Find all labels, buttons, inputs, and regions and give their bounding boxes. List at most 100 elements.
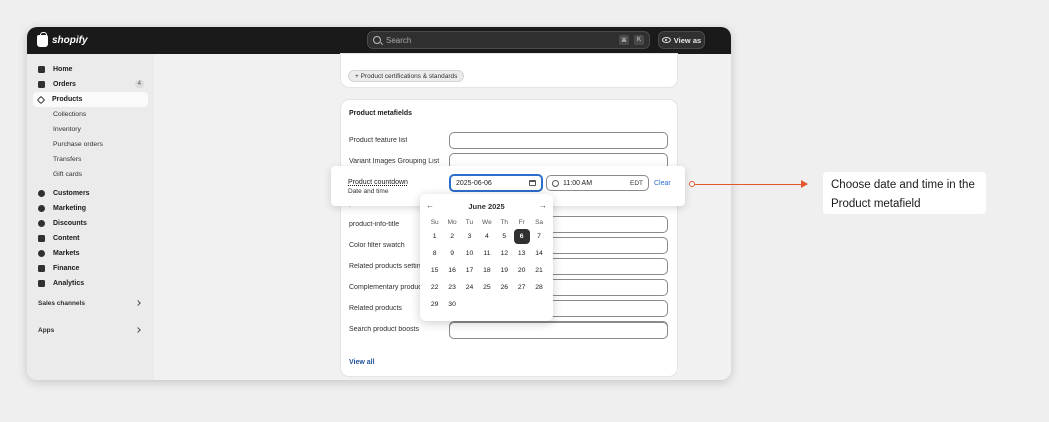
search-placeholder: Search [386, 35, 412, 45]
sidebar-item-label: Finance [53, 265, 80, 272]
weekday-label: Sa [535, 218, 544, 226]
week-row: 29 30 [426, 296, 548, 313]
shopify-logo[interactable]: shopify [37, 31, 88, 47]
previous-month-arrow-icon[interactable]: ← [426, 202, 434, 210]
calendar-day[interactable]: 1 [426, 229, 443, 244]
sidebar-item-analytics[interactable]: Analytics [33, 276, 148, 291]
sidebar-item-label: Products [52, 96, 83, 103]
metafield-label: Related products [349, 305, 402, 312]
sidebar-section-sales-channels[interactable]: Sales channels [33, 297, 148, 310]
sidebar-subitem-purchase-orders[interactable]: Purchase orders [33, 137, 148, 152]
calendar-day[interactable]: 14 [530, 246, 547, 261]
calendar-day[interactable]: 4 [478, 229, 495, 244]
sidebar-item-finance[interactable]: Finance [33, 261, 148, 276]
sidebar-subitem-collections[interactable]: Collections [33, 107, 148, 122]
calendar-day[interactable]: 12 [496, 246, 513, 261]
clear-button[interactable]: Clear [654, 180, 671, 187]
arrow-right-icon [801, 180, 808, 188]
top-bar: shopify Search ⌘ K View as [27, 27, 731, 54]
calendar-day[interactable]: 15 [426, 263, 443, 278]
calendar-day[interactable]: 29 [426, 297, 443, 312]
view-all-link[interactable]: View all [349, 359, 375, 366]
sidebar-item-orders[interactable]: Orders 4 [33, 77, 148, 92]
weekday-label: Su [430, 218, 439, 226]
calendar-day[interactable]: 19 [496, 263, 513, 278]
countdown-label: Product countdown [348, 179, 408, 186]
sidebar-subitem-inventory[interactable]: Inventory [33, 122, 148, 137]
sidebar-item-content[interactable]: Content [33, 231, 148, 246]
sidebar-item-customers[interactable]: Customers [33, 186, 148, 201]
sidebar-item-label: Discounts [53, 220, 87, 227]
search-input[interactable]: Search ⌘ K [367, 31, 650, 49]
calendar-day[interactable]: 7 [530, 229, 547, 244]
next-month-arrow-icon[interactable]: → [539, 202, 547, 210]
calendar-day[interactable]: 2 [443, 229, 460, 244]
calendar-day[interactable]: 21 [530, 263, 547, 278]
calendar-day[interactable]: 8 [426, 246, 443, 261]
sidebar-subitem-gift-cards[interactable]: Gift cards [33, 167, 148, 182]
weekday-label: Fr [518, 218, 525, 226]
sidebar-item-markets[interactable]: Markets [33, 246, 148, 261]
sidebar-subitem-label: Transfers [53, 156, 82, 163]
sidebar-section-apps[interactable]: Apps [33, 324, 148, 337]
sidebar-item-label: Analytics [53, 280, 85, 287]
discount-icon [38, 220, 45, 227]
weekday-label: We [482, 218, 492, 226]
calendar-day[interactable]: 27 [513, 280, 530, 295]
metafield-input[interactable] [449, 322, 668, 339]
view-as-label: View as [673, 35, 702, 45]
weekday-label: Tu [465, 218, 474, 226]
calendar-day[interactable]: 10 [461, 246, 478, 261]
empty-day [478, 297, 495, 312]
calendar-day[interactable]: 30 [443, 297, 460, 312]
week-row: 1234567 [426, 228, 548, 245]
calendar-day[interactable]: 22 [426, 280, 443, 295]
calendar-day[interactable]: 20 [513, 263, 530, 278]
home-icon [38, 66, 45, 73]
metafields-title: Product metafields [349, 110, 413, 117]
selected-day[interactable]: 6 [513, 229, 530, 244]
view-as-button[interactable]: View as [658, 31, 705, 49]
metafield-label: Related products settings [349, 263, 427, 270]
calendar-day[interactable]: 16 [443, 263, 460, 278]
globe-icon [38, 250, 45, 257]
brand-name: shopify [52, 35, 88, 46]
k-key-badge: K [634, 35, 644, 45]
metafield-input[interactable] [449, 132, 668, 149]
eye-icon [661, 37, 671, 43]
sidebar-item-label: Marketing [53, 205, 87, 212]
calendar-day[interactable]: 23 [443, 280, 460, 295]
chevron-right-icon [135, 327, 141, 333]
sidebar: Home Orders 4 Products Collections Inven… [27, 54, 154, 380]
add-certifications-button[interactable]: + Product certifications & standards [348, 70, 465, 82]
empty-day [530, 297, 547, 312]
calendar-day[interactable]: 13 [513, 246, 530, 261]
sidebar-item-products[interactable]: Products [33, 92, 148, 107]
calendar-day[interactable]: 9 [443, 246, 460, 261]
empty-day [461, 297, 478, 312]
metafield-label: Color filter swatch [349, 242, 405, 249]
week-row: 15 16 17 18 19 20 21 [426, 262, 548, 279]
calendar-day[interactable]: 5 [496, 229, 513, 244]
calendar-day[interactable]: 28 [530, 280, 547, 295]
calendar-day[interactable]: 17 [461, 263, 478, 278]
calendar-day[interactable]: 18 [478, 263, 495, 278]
time-field[interactable]: 11:00 AM EDT [546, 175, 649, 191]
metafield-label: Variant Images Grouping List [349, 158, 440, 165]
sidebar-item-discounts[interactable]: Discounts [33, 216, 148, 231]
date-field[interactable]: 2025-06-06 [449, 174, 543, 192]
sidebar-item-label: Markets [53, 250, 80, 257]
sidebar-subitem-transfers[interactable]: Transfers [33, 152, 148, 167]
calendar-day[interactable]: 25 [478, 280, 495, 295]
person-icon [38, 190, 45, 197]
calendar-day[interactable]: 24 [461, 280, 478, 295]
sidebar-item-home[interactable]: Home [33, 62, 148, 77]
sidebar-subitem-label: Gift cards [53, 171, 83, 178]
calendar-day[interactable]: 11 [478, 246, 495, 261]
calendar-day[interactable]: 3 [461, 229, 478, 244]
empty-day [513, 297, 530, 312]
search-icon [373, 36, 381, 44]
sidebar-item-marketing[interactable]: Marketing [33, 201, 148, 216]
calendar-day[interactable]: 26 [496, 280, 513, 295]
sidebar-item-label: Home [53, 66, 73, 73]
